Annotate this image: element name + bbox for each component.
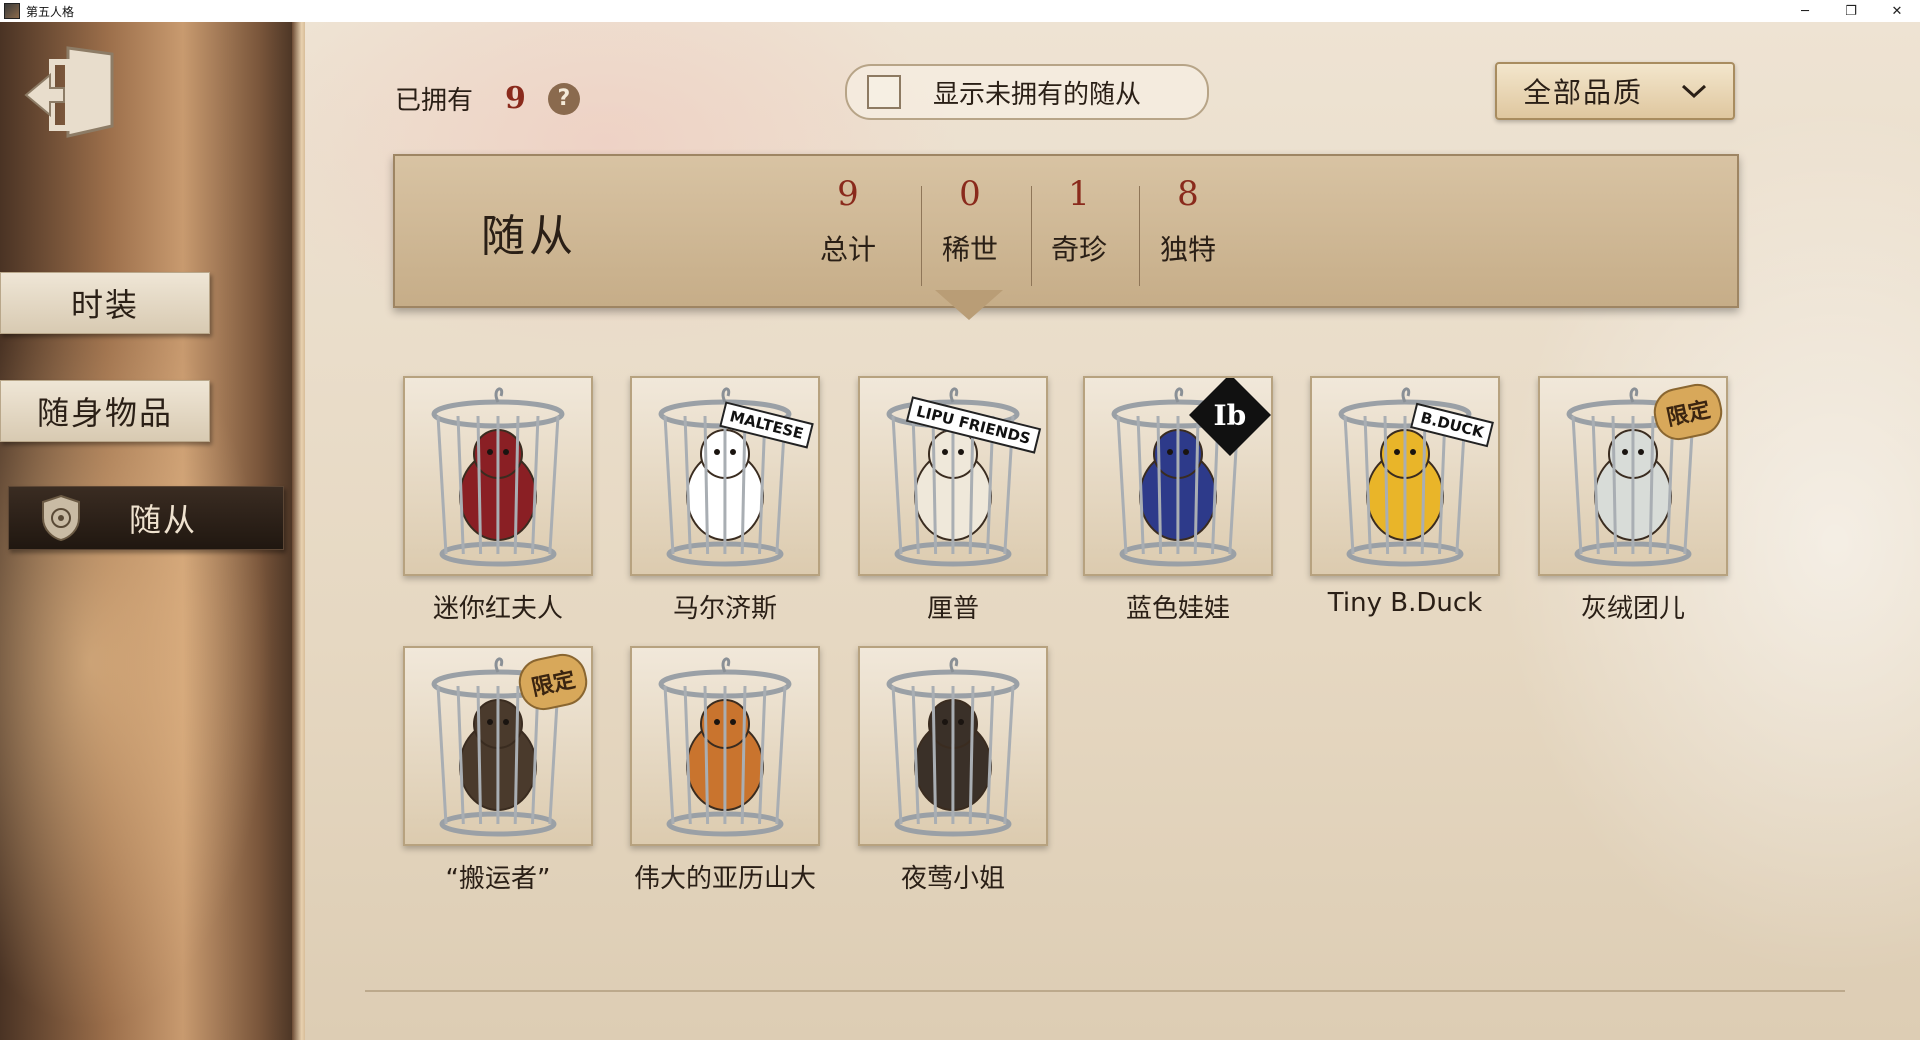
show-unowned-checkbox[interactable]: [867, 75, 901, 109]
sidebar-item-label: 随从: [129, 501, 198, 539]
pet-name: 伟大的亚历山大: [633, 864, 816, 894]
exit-door-icon: [24, 46, 114, 138]
stat-label: 总计: [819, 233, 876, 266]
sidebar-item-accessories[interactable]: 随身物品: [0, 380, 210, 442]
owned-count: 9: [505, 81, 526, 116]
pet-name: 马尔济斯: [672, 594, 777, 624]
stat-value: 1: [1068, 174, 1090, 214]
pet-card[interactable]: 限定 灰绒团儿: [1535, 376, 1731, 625]
pet-portrait: MALTESE: [630, 376, 820, 576]
owned-label: 已拥有: [395, 86, 474, 116]
help-icon[interactable]: ?: [547, 82, 580, 115]
pet-portrait: [630, 646, 820, 846]
pet-portrait: B.DUCK: [1310, 376, 1500, 576]
stat-label: 奇珍: [1050, 233, 1107, 266]
pet-name: “搬运者”: [445, 864, 551, 894]
pet-card[interactable]: 夜莺小姐: [855, 646, 1051, 895]
stat-value: 0: [959, 174, 981, 214]
stat-exotic: 1 奇珍: [1024, 174, 1134, 268]
window-title: 第五人格: [26, 4, 75, 19]
pet-portrait: LIPU FRIENDS: [858, 376, 1048, 576]
pet-name: Tiny B.Duck: [1327, 588, 1483, 618]
sidebar-item-label: 随身物品: [36, 394, 173, 432]
pet-portrait: 限定: [403, 646, 593, 846]
pet-card[interactable]: 伟大的亚历山大: [627, 646, 823, 895]
pet-card[interactable]: 迷你红夫人: [400, 376, 596, 625]
cage-icon: [886, 657, 1020, 837]
window-controls: ─ ❐ ✕: [1782, 0, 1920, 22]
show-unowned-toggle[interactable]: 显示未拥有的随从: [845, 64, 1209, 120]
shield-emblem-icon: [42, 494, 80, 542]
pet-name: 厘普: [926, 594, 979, 624]
stat-rare: 0 稀世: [915, 174, 1025, 268]
pet-name: 蓝色娃娃: [1125, 594, 1230, 624]
pet-name: 迷你红夫人: [432, 594, 563, 624]
pet-portrait: Ib: [1083, 376, 1273, 576]
pet-portrait: [403, 376, 593, 576]
pet-card[interactable]: LIPU FRIENDS 厘普: [855, 376, 1051, 625]
pet-card[interactable]: MALTESE 马尔济斯: [627, 376, 823, 625]
banner-notch: [935, 290, 1003, 320]
app-icon: [4, 3, 20, 19]
quality-filter-value: 全部品质: [1522, 76, 1643, 109]
stat-label: 独特: [1159, 233, 1216, 266]
pet-card[interactable]: Ib 蓝色娃娃: [1080, 376, 1276, 625]
close-button[interactable]: ✕: [1874, 0, 1920, 22]
pet-portrait: 限定: [1538, 376, 1728, 576]
cage-icon: [658, 657, 792, 837]
exit-button[interactable]: [20, 40, 120, 140]
banner-title: 随从: [481, 211, 577, 262]
quality-filter-dropdown[interactable]: 全部品质: [1495, 62, 1735, 120]
pet-name: 灰绒团儿: [1580, 594, 1685, 624]
minimize-button[interactable]: ─: [1782, 0, 1828, 22]
sidebar-item-costume[interactable]: 时装: [0, 272, 210, 334]
sidebar-item-label: 时装: [70, 286, 139, 324]
cage-icon: [431, 387, 565, 567]
pet-portrait: [858, 646, 1048, 846]
sidebar-item-pets[interactable]: 随从: [8, 486, 284, 550]
pets-summary-banner: 随从 9 总计 0 稀世 1 奇珍 8 独特: [393, 154, 1739, 308]
stat-label: 稀世: [941, 233, 998, 266]
stat-value: 9: [837, 174, 859, 214]
stat-total: 9 总计: [793, 174, 903, 268]
owned-count-row: 已拥有 9 ?: [395, 80, 580, 117]
stat-value: 8: [1177, 174, 1199, 214]
pet-name: 夜莺小姐: [900, 864, 1005, 894]
main-panel: 已拥有 9 ? 显示未拥有的随从 全部品质 随从 9 总计 0 稀世 1 奇珍 …: [305, 22, 1920, 1040]
cage-icon: [1338, 387, 1472, 567]
restore-button[interactable]: ❐: [1828, 0, 1874, 22]
show-unowned-label: 显示未拥有的随从: [933, 79, 1142, 110]
stat-unique: 8 独特: [1133, 174, 1243, 268]
chevron-down-icon: [1681, 84, 1707, 99]
pet-card[interactable]: B.DUCK Tiny B.Duck: [1307, 376, 1503, 618]
pet-card[interactable]: 限定 “搬运者”: [400, 646, 596, 895]
footer-divider: [365, 990, 1845, 992]
window-title-bar: 第五人格 ─ ❐ ✕: [0, 0, 1920, 23]
